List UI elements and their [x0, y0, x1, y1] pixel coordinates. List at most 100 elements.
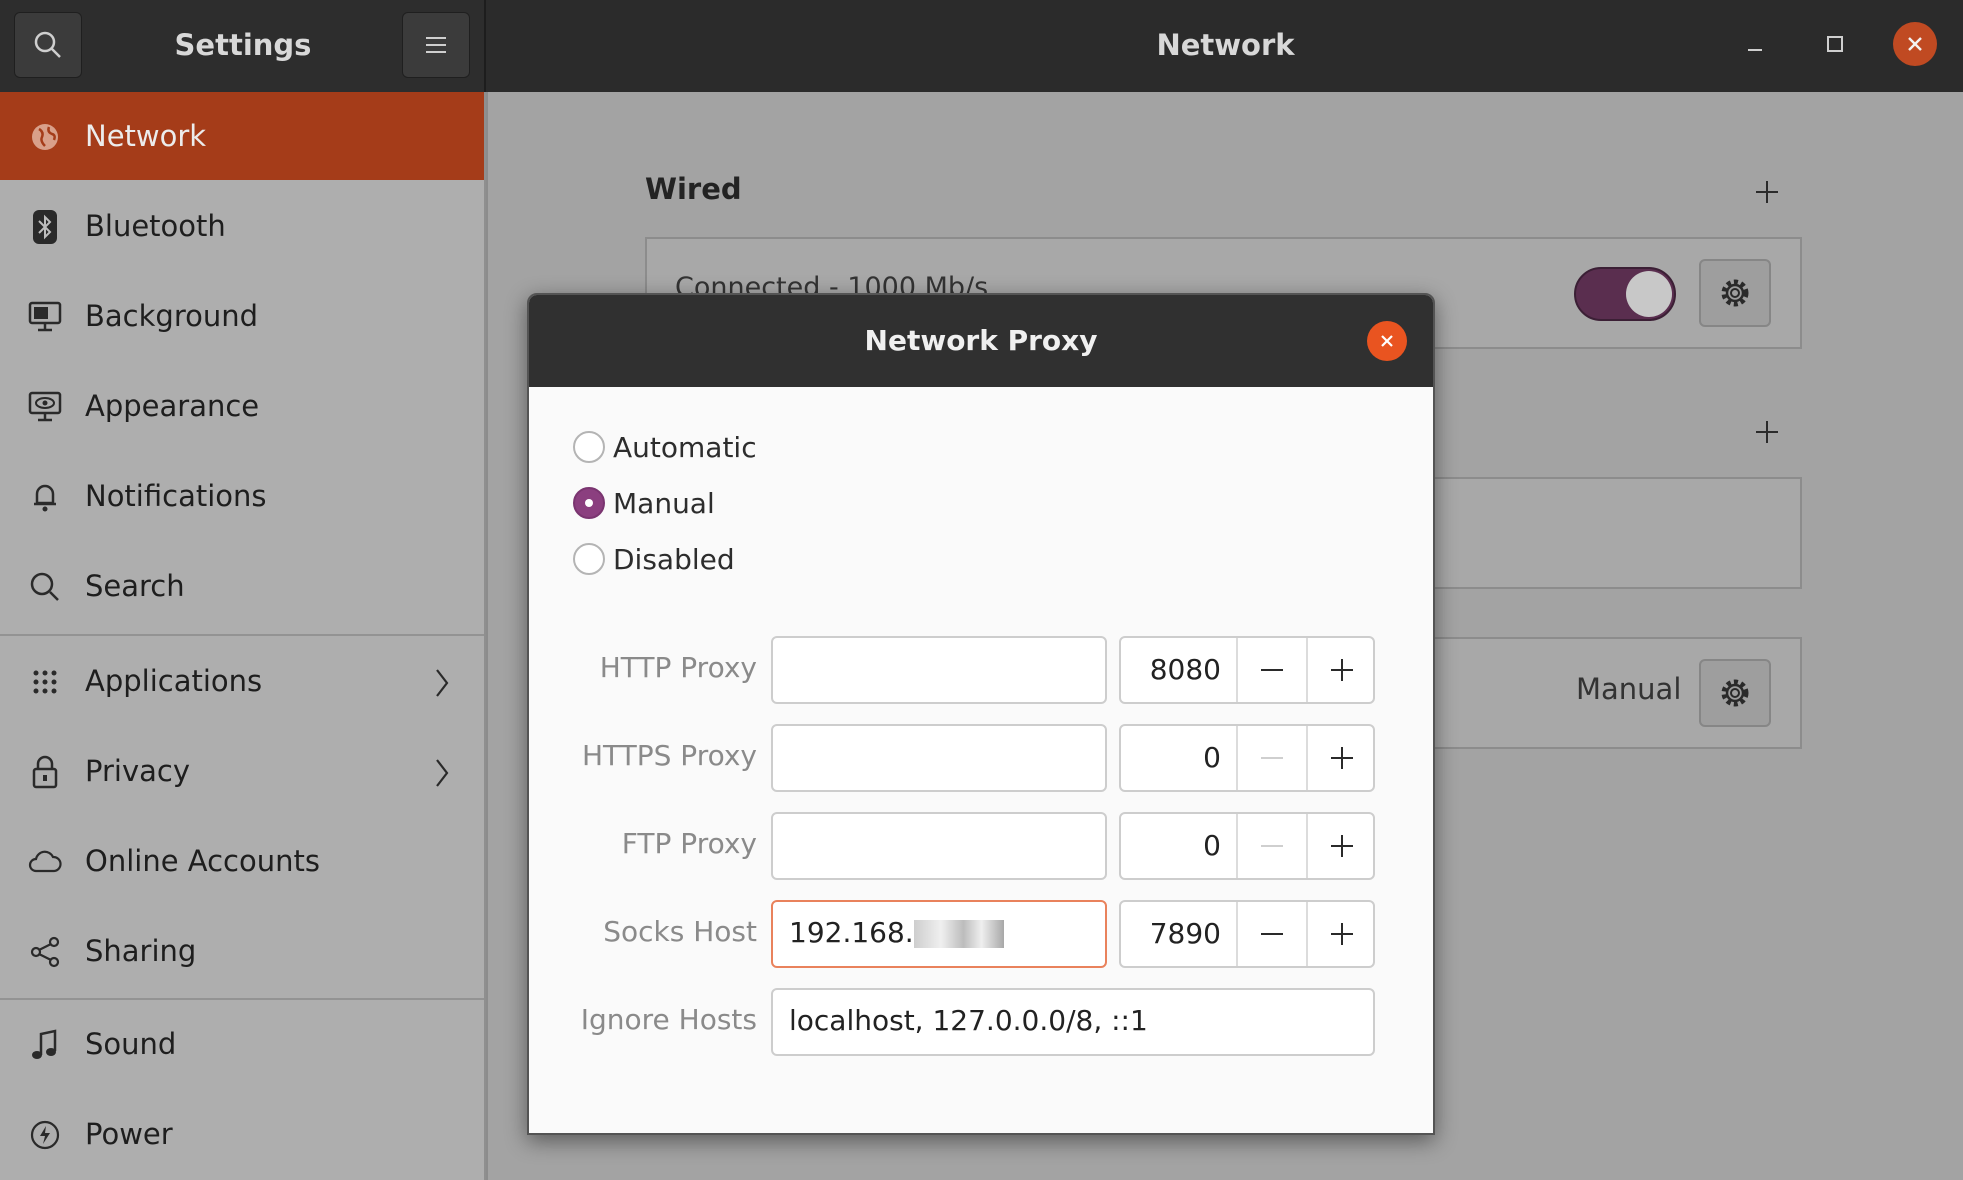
wired-section-title: Wired [645, 172, 742, 206]
sidebar-item-network[interactable]: Network [0, 92, 484, 180]
proxy-settings-button[interactable] [1699, 659, 1771, 727]
gear-icon [1721, 679, 1749, 707]
ignore-hosts-input[interactable]: localhost, 127.0.0.0/8, ::1 [771, 988, 1375, 1056]
port-value[interactable]: 8080 [1121, 638, 1221, 702]
lock-icon [28, 755, 62, 789]
sidebar-item-applications[interactable]: Applications [0, 637, 484, 725]
plus-icon [1330, 747, 1353, 769]
share-icon [28, 935, 62, 969]
radio-label: Disabled [613, 542, 735, 576]
https-proxy-host-input[interactable] [771, 724, 1107, 792]
close-icon [1381, 335, 1393, 347]
radio-button[interactable] [573, 487, 605, 519]
window-close-button[interactable] [1893, 22, 1937, 66]
cloud-icon [28, 845, 62, 879]
bluetooth-icon [28, 210, 62, 244]
sidebar-item-label: Sharing [85, 934, 197, 968]
wired-settings-button[interactable] [1699, 259, 1771, 327]
increment-button[interactable] [1306, 726, 1375, 790]
increment-button[interactable] [1306, 814, 1375, 878]
radio-automatic[interactable]: Automatic [573, 427, 757, 467]
maximize-icon [1827, 36, 1843, 52]
sidebar-item-notifications[interactable]: Notifications [0, 452, 484, 540]
menu-button[interactable] [402, 12, 470, 78]
sidebar-item-online-accounts[interactable]: Online Accounts [0, 817, 484, 905]
dialog-title: Network Proxy [864, 324, 1098, 357]
radio-button[interactable] [573, 543, 605, 575]
https-proxy-label: HTTPS Proxy [581, 739, 757, 772]
radio-label: Manual [613, 486, 715, 520]
close-icon [1908, 37, 1922, 51]
minus-icon [1261, 669, 1283, 671]
decrement-button[interactable] [1236, 638, 1306, 702]
sidebar-header: Settings [0, 0, 486, 92]
sidebar-item-label: Power [85, 1117, 173, 1151]
wired-toggle[interactable] [1574, 267, 1676, 321]
minus-icon [1261, 757, 1283, 759]
decrement-button[interactable] [1236, 902, 1306, 966]
sidebar-item-sound[interactable]: Sound [0, 1000, 484, 1088]
dialog-close-button[interactable] [1367, 321, 1407, 361]
toggle-knob [1626, 271, 1672, 317]
redacted-text [913, 920, 1004, 948]
sidebar-item-label: Applications [85, 664, 263, 698]
monitor-icon [28, 300, 62, 334]
increment-button[interactable] [1306, 902, 1375, 966]
sidebar-item-bluetooth[interactable]: Bluetooth [0, 182, 484, 270]
radio-manual[interactable]: Manual [573, 483, 715, 523]
sidebar-item-label: Online Accounts [85, 844, 320, 878]
sidebar-item-label: Sound [85, 1027, 177, 1061]
appearance-icon [28, 390, 62, 424]
sidebar-item-search[interactable]: Search [0, 542, 484, 630]
sidebar-item-appearance[interactable]: Appearance [0, 362, 484, 450]
http-proxy-label: HTTP Proxy [599, 651, 757, 684]
dialog-header: Network Proxy [529, 295, 1433, 387]
sidebar-item-label: Bluetooth [85, 209, 226, 243]
https-proxy-port-spinner: 0 [1119, 724, 1375, 792]
sidebar: Network Bluetooth Background Appearance … [0, 92, 486, 1180]
sidebar-item-label: Background [85, 299, 259, 333]
search-icon [28, 570, 62, 604]
minimize-icon [1748, 49, 1762, 51]
bell-icon [28, 480, 62, 514]
chevron-right-icon [436, 669, 449, 697]
minimize-button[interactable] [1733, 22, 1777, 66]
socks-host-label: Socks Host [603, 915, 757, 948]
port-value[interactable]: 0 [1121, 814, 1221, 878]
sidebar-item-sharing[interactable]: Sharing [0, 907, 484, 995]
plus-icon [1330, 923, 1353, 945]
power-icon [28, 1118, 62, 1152]
port-value[interactable]: 7890 [1121, 902, 1221, 966]
plus-icon [1330, 835, 1353, 857]
sidebar-divider [0, 634, 484, 636]
sidebar-item-label: Privacy [85, 754, 190, 788]
sidebar-item-label: Search [85, 569, 185, 603]
minus-icon [1261, 933, 1283, 935]
proxy-mode-label: Manual [1576, 672, 1682, 706]
http-proxy-port-spinner: 8080 [1119, 636, 1375, 704]
decrement-button[interactable] [1236, 814, 1306, 878]
chevron-right-icon [436, 759, 449, 787]
port-value[interactable]: 0 [1121, 726, 1221, 790]
sidebar-item-privacy[interactable]: Privacy [0, 727, 484, 815]
plus-icon [1330, 659, 1353, 681]
add-vpn-button[interactable] [1753, 418, 1781, 446]
socks-host-input[interactable]: 192.168. [771, 900, 1107, 968]
http-proxy-host-input[interactable] [771, 636, 1107, 704]
sidebar-item-label: Appearance [85, 389, 260, 423]
header-bar: Settings Network [0, 0, 1963, 92]
sidebar-item-power[interactable]: Power [0, 1090, 484, 1178]
radio-button[interactable] [573, 431, 605, 463]
increment-button[interactable] [1306, 638, 1375, 702]
globe-icon [28, 120, 62, 154]
radio-disabled[interactable]: Disabled [573, 539, 735, 579]
sidebar-item-label: Network [85, 119, 207, 153]
sidebar-item-background[interactable]: Background [0, 272, 484, 360]
ftp-proxy-host-input[interactable] [771, 812, 1107, 880]
add-wired-button[interactable] [1753, 178, 1781, 206]
decrement-button[interactable] [1236, 726, 1306, 790]
socks-port-spinner: 7890 [1119, 900, 1375, 968]
radio-label: Automatic [613, 430, 757, 464]
ignore-hosts-label: Ignore Hosts [580, 1003, 757, 1036]
maximize-button[interactable] [1813, 22, 1857, 66]
